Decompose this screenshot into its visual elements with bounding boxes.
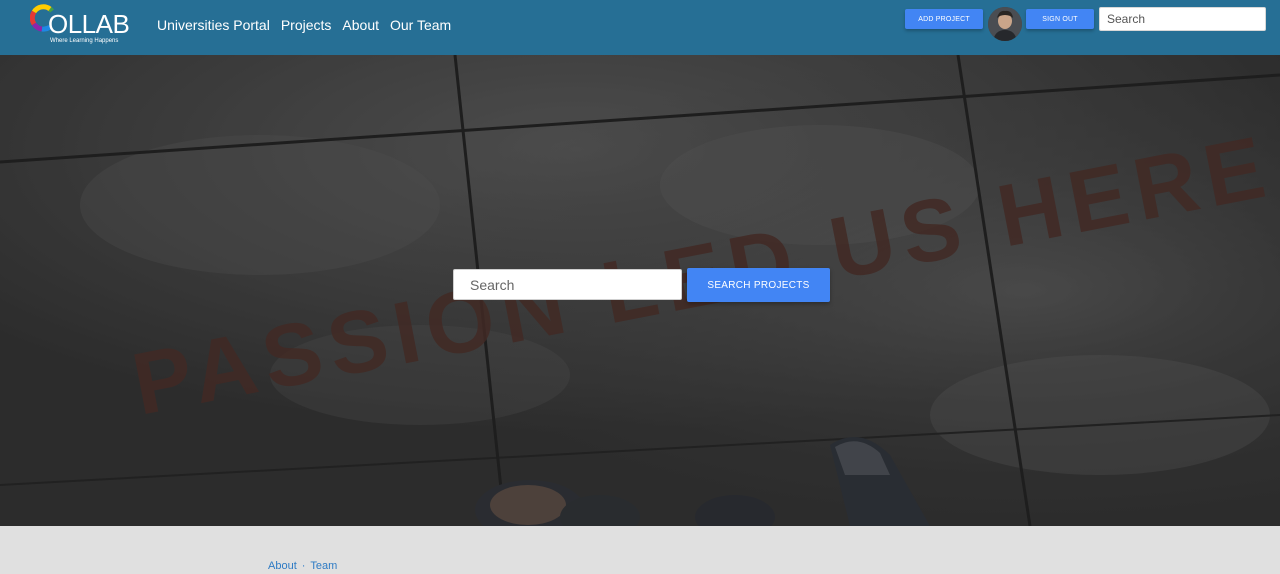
avatar-photo-icon (988, 7, 1022, 41)
project-search-input[interactable] (453, 269, 682, 300)
user-avatar[interactable] (988, 7, 1022, 41)
nav-link-about[interactable]: About (342, 16, 379, 34)
footer: About · Team (0, 526, 1280, 574)
hero-section: PASSION LED US HERE SEARCH PROJECTS (0, 55, 1280, 526)
nav-link-projects[interactable]: Projects (281, 16, 332, 34)
main-nav: Universities Portal Projects About Our T… (157, 16, 451, 34)
search-projects-button[interactable]: SEARCH PROJECTS (687, 268, 830, 302)
nav-search-input[interactable] (1099, 7, 1266, 31)
footer-link-team[interactable]: Team (310, 560, 337, 573)
brand-name: OLLAB (48, 9, 130, 39)
nav-link-our-team[interactable]: Our Team (390, 16, 451, 34)
footer-links: About · Team (268, 560, 337, 573)
brand-logo[interactable]: OLLAB Where Learning Happens (30, 3, 134, 47)
footer-link-about[interactable]: About (268, 560, 297, 573)
top-navbar: OLLAB Where Learning Happens Universitie… (0, 0, 1280, 55)
add-project-button[interactable]: ADD PROJECT (905, 9, 983, 29)
brand-tagline: Where Learning Happens (50, 38, 119, 44)
footer-separator: · (301, 560, 306, 572)
nav-link-universities-portal[interactable]: Universities Portal (157, 16, 270, 34)
sign-out-button[interactable]: SIGN OUT (1026, 9, 1094, 29)
